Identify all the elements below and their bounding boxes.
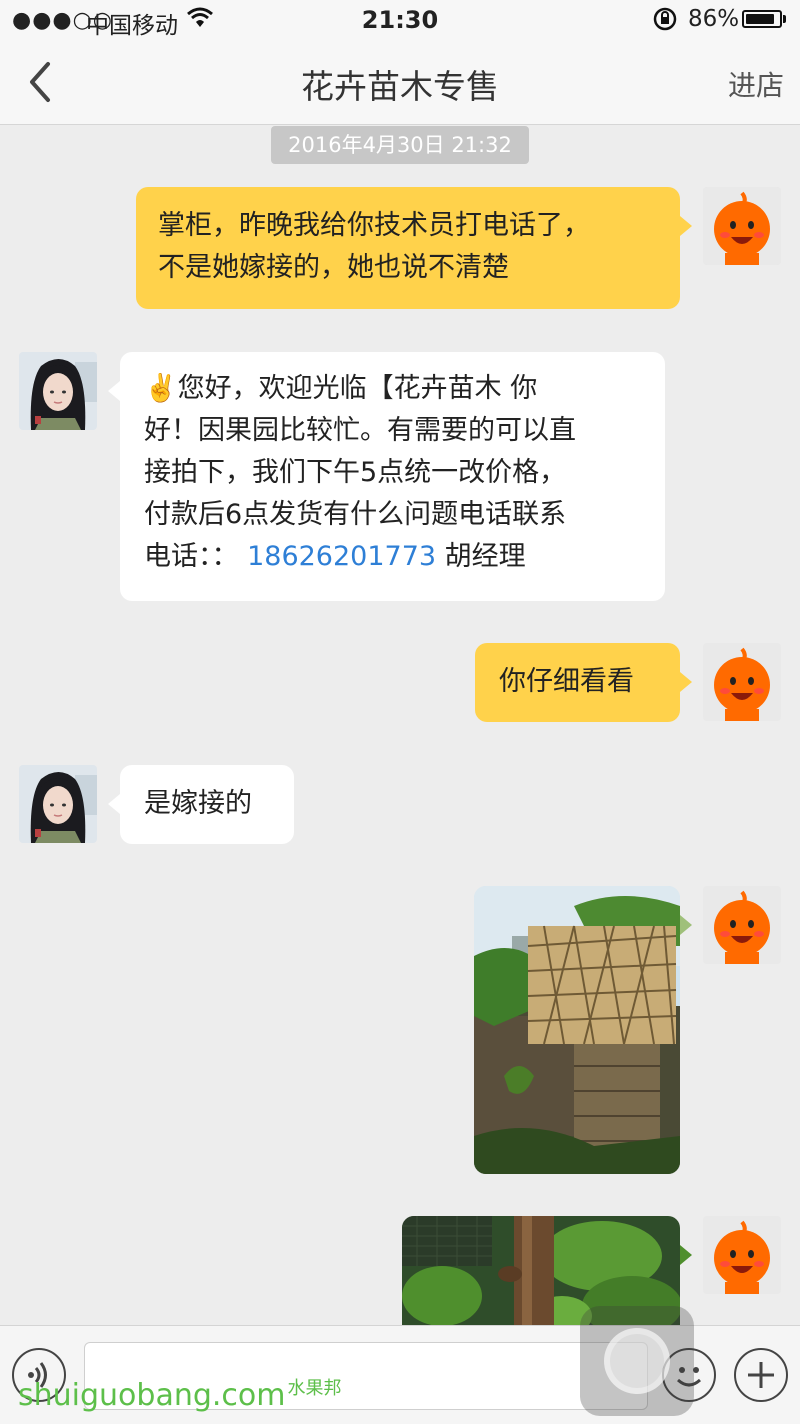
bubble-tail — [680, 216, 692, 236]
photo-grafted-tree-box — [474, 886, 680, 1174]
message-line: 电话：： 18626201773 胡经理 — [144, 536, 641, 578]
watermark-suffix: .com — [211, 1378, 286, 1413]
message-line: 掌柜，昨晚我给你技术员打电话了， — [158, 210, 590, 241]
shop-message-bubble[interactable]: ✌️您好，欢迎光临【花卉苗木 你 好！因果园比较忙。有需要的可以直 接拍下，我们… — [120, 352, 665, 601]
enter-shop-button[interactable]: 进店 — [728, 64, 784, 104]
assistive-touch-button[interactable] — [580, 1306, 694, 1416]
person-photo — [19, 765, 97, 843]
message-line: 接拍下，我们下午5点统一改价格， — [144, 457, 567, 488]
message-line: ✌️您好，欢迎光临【花卉苗木 你 — [144, 373, 538, 404]
shop-avatar[interactable] — [19, 765, 97, 843]
contact-name: 胡经理 — [436, 541, 526, 572]
my-avatar[interactable] — [703, 1216, 781, 1294]
watermark-small: 水果邦 — [287, 1378, 342, 1399]
image-message[interactable] — [474, 886, 680, 1174]
message-line: 好！因果园比较忙。有需要的可以直 — [144, 415, 576, 446]
my-message-bubble[interactable]: 掌柜，昨晚我给你技术员打电话了， 不是她嫁接的，她也说不清楚 — [136, 187, 680, 309]
my-avatar[interactable] — [703, 187, 781, 265]
watermark: shuiguobang.com 水果邦 — [18, 1374, 342, 1413]
my-avatar[interactable] — [703, 643, 781, 721]
battery-tip — [783, 15, 786, 23]
message-timestamp: 2016年4月30日 21:32 — [271, 126, 529, 164]
clock: 21:30 — [361, 6, 439, 34]
person-photo — [19, 352, 97, 430]
message-line: 不是她嫁接的，她也说不清楚 — [158, 252, 509, 283]
lock-rotation-icon — [652, 6, 678, 36]
bubble-tail — [680, 672, 692, 692]
bubble-tail — [680, 1245, 692, 1265]
nav-bar: 花卉苗木专售 进店 — [0, 40, 800, 125]
bubble-tail — [108, 381, 120, 401]
battery-percent: 86% — [688, 6, 740, 32]
battery-icon — [742, 10, 782, 28]
orange-mascot-icon — [703, 886, 781, 964]
bubble-tail — [108, 794, 120, 814]
message-line: 你仔细看看 — [499, 666, 634, 697]
phone-link[interactable]: 18626201773 — [247, 541, 436, 572]
page-title: 花卉苗木专售 — [301, 67, 499, 106]
battery-fill — [746, 14, 774, 24]
status-bar: ●●●○○ 中国移动 21:30 86% — [0, 0, 800, 40]
phone-prefix: 电话：： — [144, 541, 239, 572]
my-avatar[interactable] — [703, 886, 781, 964]
plus-icon[interactable] — [734, 1348, 788, 1402]
message-line: 是嫁接的 — [144, 788, 252, 819]
shop-message-bubble[interactable]: 是嫁接的 — [120, 765, 294, 844]
bubble-tail — [680, 915, 692, 935]
orange-mascot-icon — [703, 1216, 781, 1294]
orange-mascot-icon — [703, 187, 781, 265]
my-message-bubble[interactable]: 你仔细看看 — [475, 643, 680, 722]
assistive-touch-ring — [604, 1328, 670, 1394]
message-line: 付款后6点发货有什么问题电话联系 — [144, 499, 567, 530]
watermark-text: shuiguobang — [18, 1378, 212, 1413]
orange-mascot-icon — [703, 643, 781, 721]
shop-avatar[interactable] — [19, 352, 97, 430]
